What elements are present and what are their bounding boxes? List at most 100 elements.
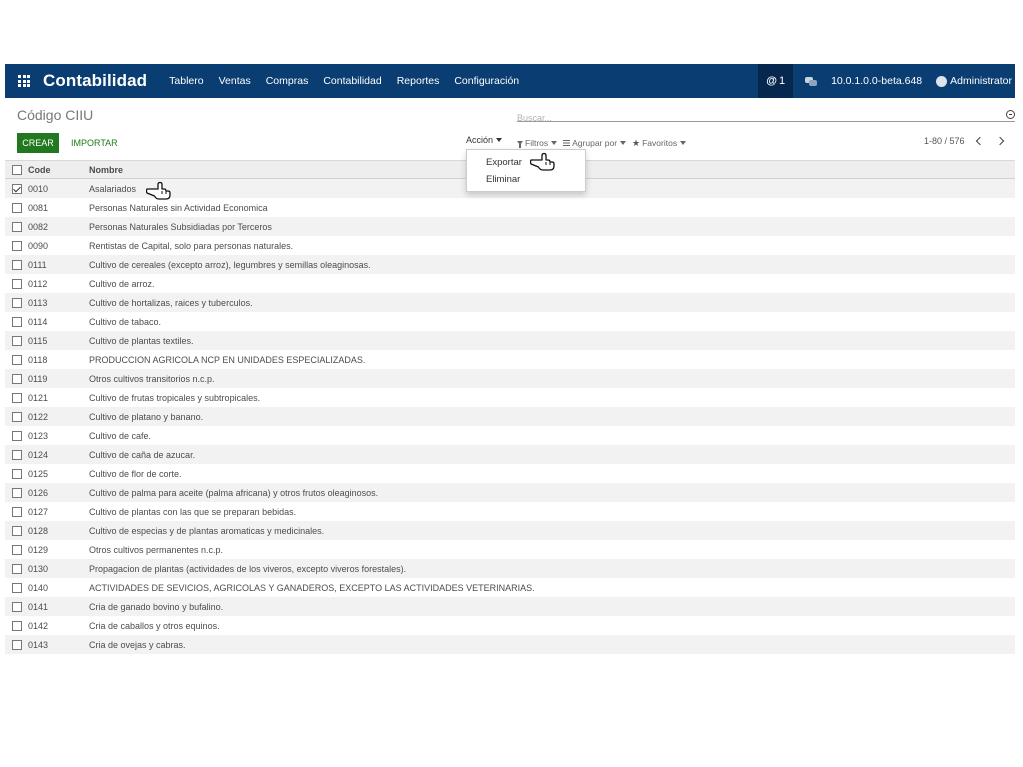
page-title: Código CIIU (17, 107, 94, 123)
groupby-button[interactable]: Agrupar por (563, 138, 627, 148)
import-button[interactable]: IMPORTAR (71, 133, 118, 153)
cell-nombre: ACTIVIDADES DE SEVICIOS, AGRICOLAS Y GAN… (89, 582, 535, 593)
table-row[interactable]: 0082 Personas Naturales Subsidiadas por T… (5, 217, 1015, 236)
menu-item-configuracion[interactable]: Configuración (454, 75, 519, 87)
search-icon[interactable] (1006, 110, 1015, 119)
table-row[interactable]: 0112 Cultivo de arroz. (5, 274, 1015, 293)
cell-code: 0128 (28, 525, 49, 536)
row-checkbox[interactable] (11, 221, 22, 232)
row-checkbox[interactable] (11, 373, 22, 384)
table-row[interactable]: 0113 Cultivo de hortalizas, raices y tube… (5, 293, 1015, 312)
cell-nombre: Otros cultivos transitorios n.c.p. (89, 373, 215, 384)
table-row[interactable]: 0125 Cultivo de flor de corte. (5, 464, 1015, 483)
chevron-right-icon[interactable] (995, 136, 1004, 146)
favorites-label: Favoritos (642, 138, 678, 148)
cell-code: 0125 (28, 468, 49, 479)
cell-nombre: Rentistas de Capital, solo para personas… (89, 240, 294, 251)
row-checkbox[interactable] (11, 335, 22, 346)
table-row[interactable]: 0122 Cultivo de platano y banano. (5, 407, 1015, 426)
table-row[interactable]: 0124 Cultivo de caña de azucar. (5, 445, 1015, 464)
row-checkbox[interactable] (11, 202, 22, 213)
row-checkbox[interactable] (11, 620, 22, 631)
action-dropdown-menu: Exportar Eliminar (466, 149, 586, 192)
user-menu[interactable]: Administrator (936, 75, 1012, 87)
row-checkbox[interactable] (11, 297, 22, 308)
pager-value[interactable]: 1-80 / 576 (924, 136, 965, 146)
apps-menu-icon[interactable] (7, 64, 41, 98)
row-checkbox[interactable] (11, 316, 22, 327)
menu-item-compras[interactable]: Compras (266, 75, 309, 87)
cell-code: 0124 (28, 449, 49, 460)
row-checkbox[interactable] (11, 525, 22, 536)
row-checkbox[interactable] (11, 563, 22, 574)
table-row[interactable]: 0129 Otros cultivos permanentes n.c.p. (5, 540, 1015, 559)
cell-nombre: Cria de ganado bovino y bufalino. (89, 601, 224, 612)
row-checkbox[interactable] (11, 468, 22, 479)
action-dropdown-button[interactable]: Acción (466, 135, 503, 145)
cell-code: 0122 (28, 411, 49, 422)
row-checkbox[interactable] (11, 240, 22, 251)
cell-nombre: Cultivo de frutas tropicales y subtropic… (89, 392, 261, 403)
row-checkbox[interactable] (11, 639, 22, 650)
cell-code: 0142 (28, 620, 49, 631)
favorites-button[interactable]: ★ Favoritos (632, 138, 687, 148)
table-row[interactable]: 0111 Cultivo de cereales (excepto arroz),… (5, 255, 1015, 274)
table-row[interactable]: 0127 Cultivo de plantas con las que se pr… (5, 502, 1015, 521)
table-row[interactable]: 0081 Personas Naturales sin Actividad Eco… (5, 198, 1015, 217)
app-brand[interactable]: Contabilidad (43, 71, 147, 91)
search-input[interactable] (517, 113, 987, 123)
menu-item-reportes[interactable]: Reportes (397, 75, 440, 87)
row-checkbox[interactable] (11, 430, 22, 441)
menu-item-contabilidad[interactable]: Contabilidad (323, 75, 381, 87)
column-header-code[interactable]: Code (28, 165, 89, 175)
table-row[interactable]: 0114 Cultivo de tabaco. (5, 312, 1015, 331)
search-options: Filtros Agrupar por ★ Favoritos (517, 138, 692, 148)
table-row[interactable]: 0130 Propagacion de plantas (actividades … (5, 559, 1015, 578)
table-row[interactable]: 0123 Cultivo de cafe. (5, 426, 1015, 445)
chat-icon[interactable] (805, 76, 818, 86)
user-name: Administrator (950, 75, 1012, 87)
menu-item-tablero[interactable]: Tablero (169, 75, 203, 87)
row-checkbox[interactable] (11, 601, 22, 612)
table-row[interactable]: 0141 Cria de ganado bovino y bufalino. (5, 597, 1015, 616)
table-row[interactable]: 0090 Rentistas de Capital, solo para pers… (5, 236, 1015, 255)
table-row[interactable]: 0119 Otros cultivos transitorios n.c.p. (5, 369, 1015, 388)
cell-code: 0111 (28, 259, 47, 270)
table-row[interactable]: 0115 Cultivo de plantas textiles. (5, 331, 1015, 350)
table-row[interactable]: 0118 PRODUCCION AGRICOLA NCP EN UNIDADES … (5, 350, 1015, 369)
cell-code: 0143 (28, 639, 49, 650)
top-navbar: Contabilidad Tablero Ventas Compras Cont… (5, 64, 1015, 98)
table-row[interactable]: 0126 Cultivo de palma para aceite (palma … (5, 483, 1015, 502)
row-checkbox[interactable] (11, 506, 22, 517)
cell-code: 0119 (28, 373, 48, 384)
select-all-checkbox[interactable] (11, 164, 22, 175)
list-table: Code Nombre 0010 Asalariados 0081 Personas … (5, 160, 1015, 654)
cell-nombre: Otros cultivos permanentes n.c.p. (89, 544, 224, 555)
row-checkbox[interactable] (11, 259, 22, 270)
main-menu: Tablero Ventas Compras Contabilidad Repo… (169, 75, 534, 87)
create-button[interactable]: CREAR (17, 133, 59, 153)
row-checkbox[interactable] (11, 278, 22, 289)
row-checkbox[interactable] (11, 487, 22, 498)
table-row[interactable]: 0128 Cultivo de especias y de plantas aro… (5, 521, 1015, 540)
row-checkbox[interactable] (11, 582, 22, 593)
row-checkbox[interactable] (11, 183, 22, 194)
avatar (936, 75, 948, 87)
mentions-button[interactable]: @ 1 (758, 64, 794, 98)
menu-item-eliminar[interactable]: Eliminar (467, 171, 585, 188)
table-row[interactable]: 0121 Cultivo de frutas tropicales y subtr… (5, 388, 1015, 407)
row-checkbox[interactable] (11, 544, 22, 555)
pager: 1-80 / 576 (924, 136, 1004, 146)
filters-button[interactable]: Filtros (517, 138, 558, 148)
chevron-left-icon[interactable] (975, 136, 984, 146)
menu-item-exportar[interactable]: Exportar (467, 154, 585, 171)
row-checkbox[interactable] (11, 392, 22, 403)
cell-nombre: Cultivo de caña de azucar. (89, 449, 196, 460)
table-row[interactable]: 0143 Cria de ovejas y cabras. (5, 635, 1015, 654)
table-row[interactable]: 0140 ACTIVIDADES DE SEVICIOS, AGRICOLAS Y… (5, 578, 1015, 597)
row-checkbox[interactable] (11, 449, 22, 460)
menu-item-ventas[interactable]: Ventas (219, 75, 251, 87)
table-row[interactable]: 0142 Cria de caballos y otros equinos. (5, 616, 1015, 635)
row-checkbox[interactable] (11, 411, 22, 422)
row-checkbox[interactable] (11, 354, 22, 365)
